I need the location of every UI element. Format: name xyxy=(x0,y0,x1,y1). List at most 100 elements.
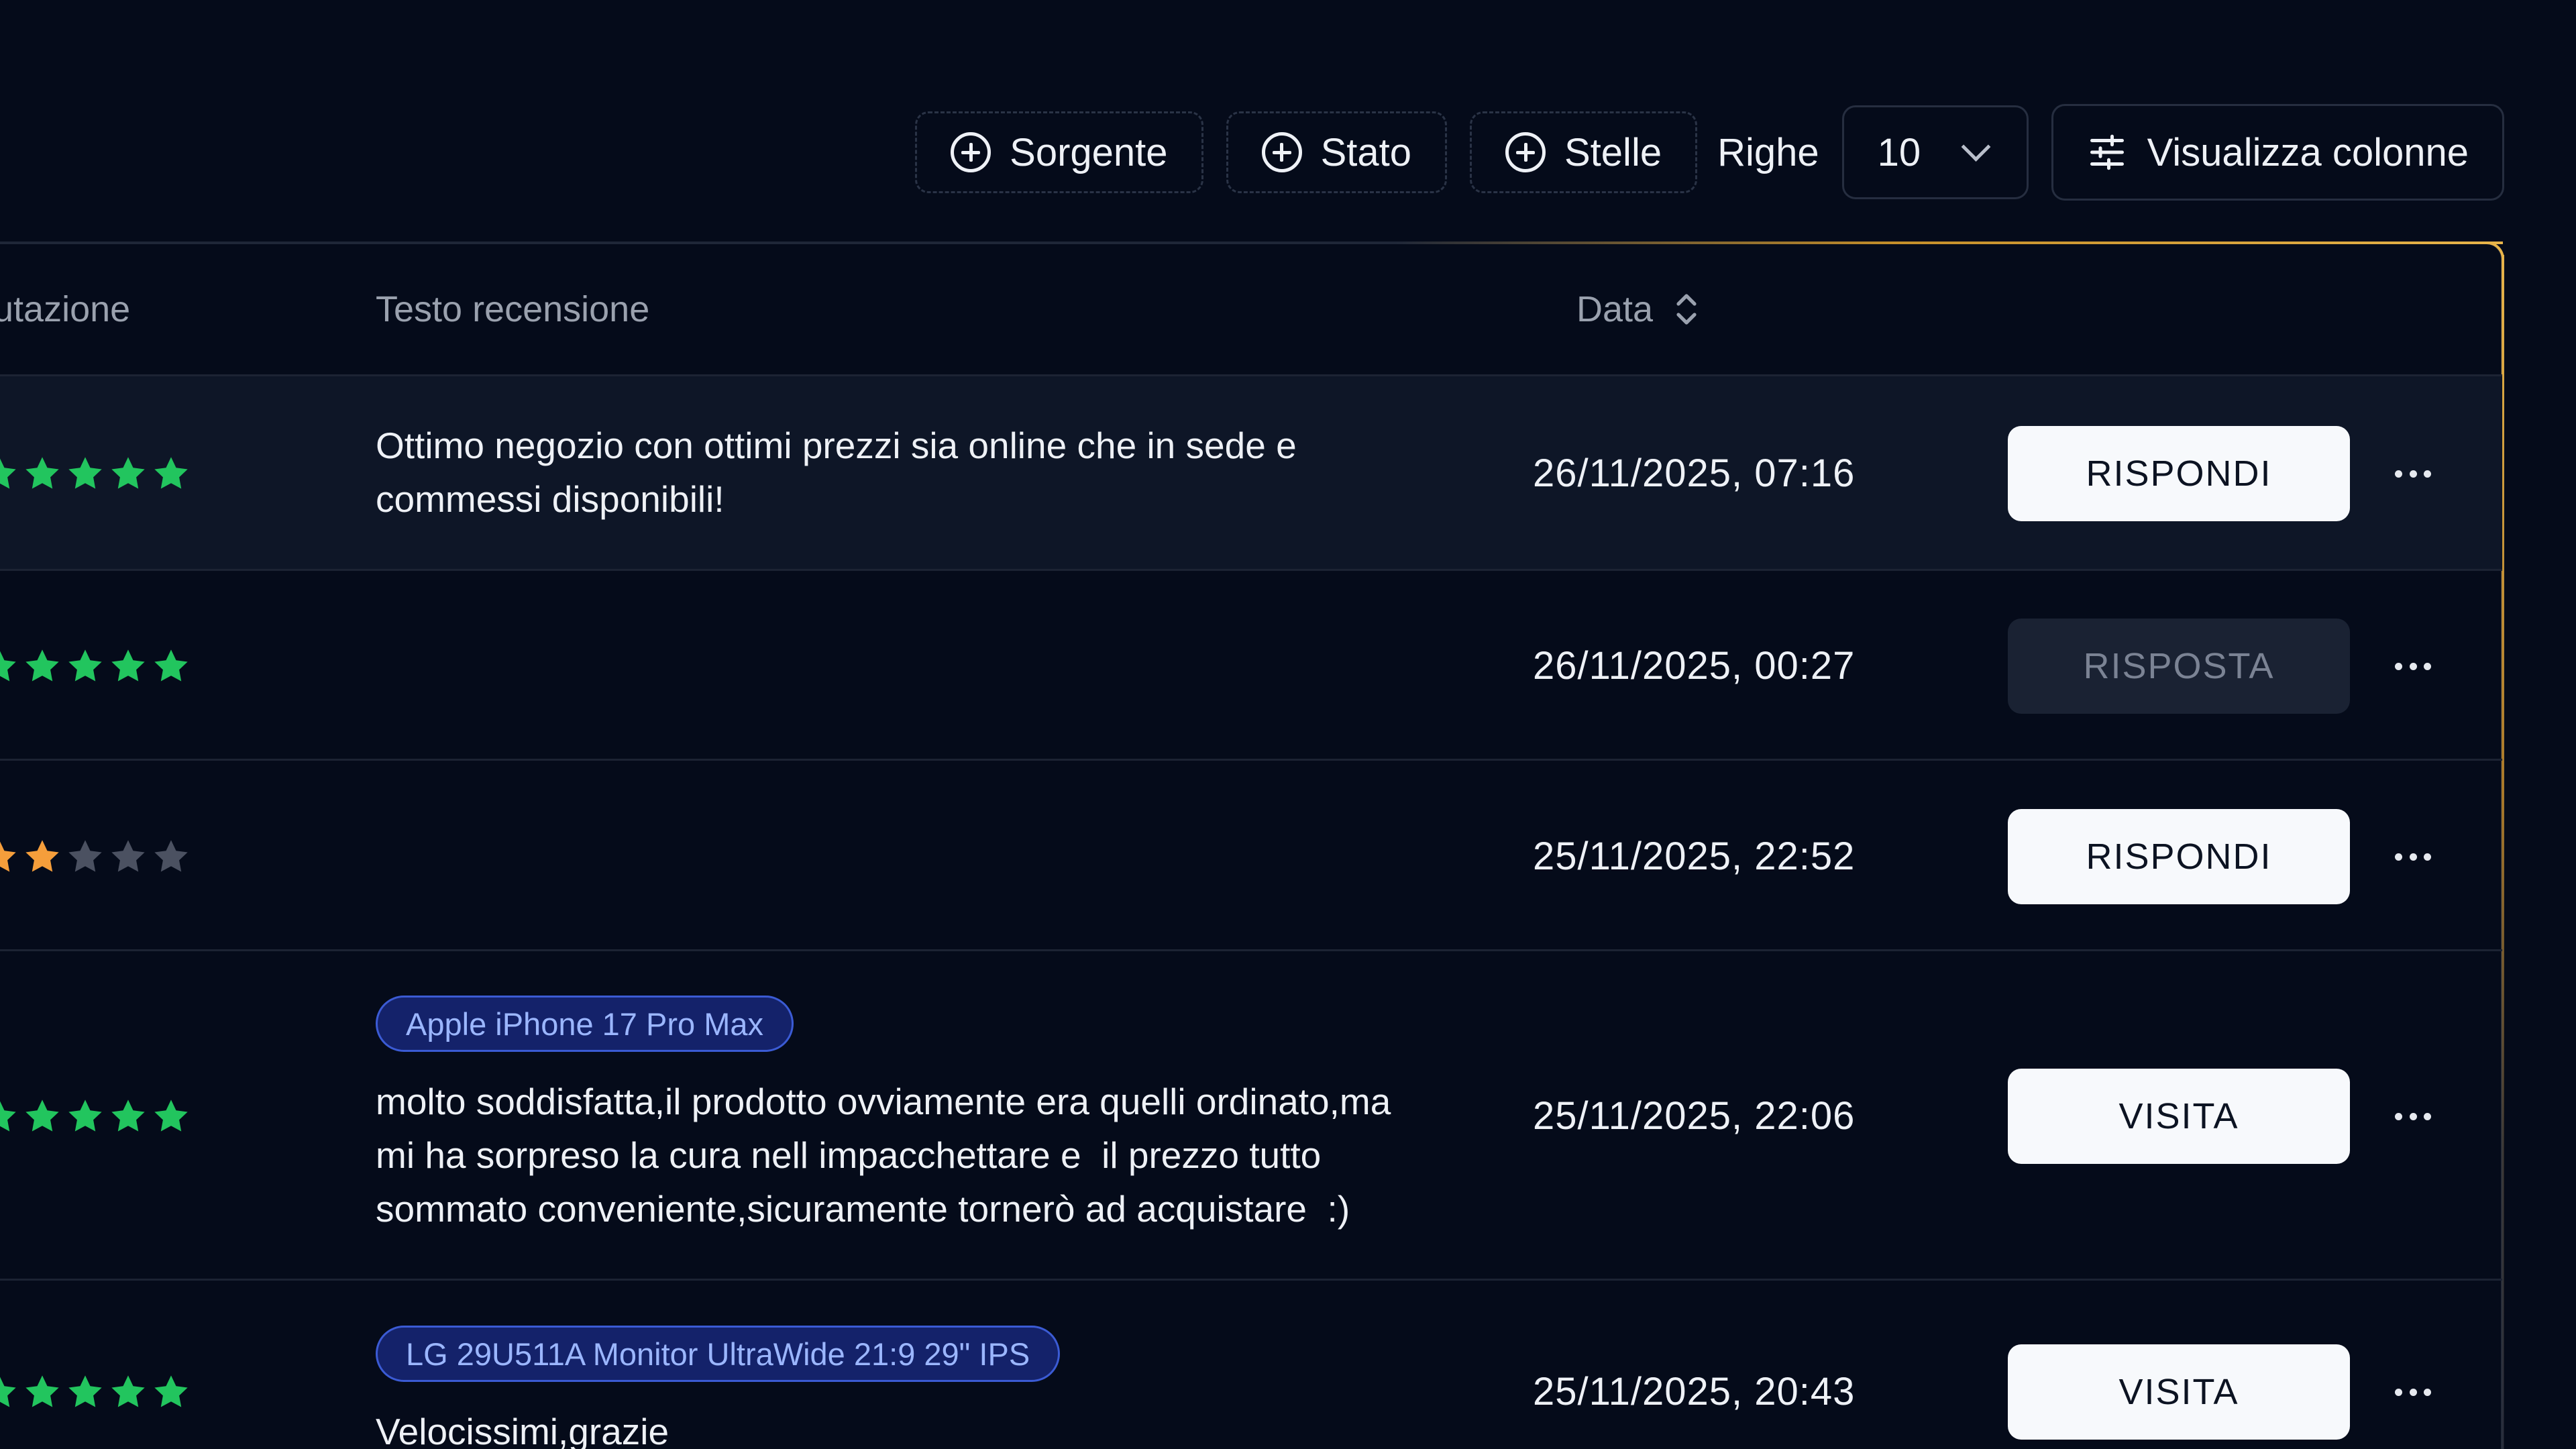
star-rating xyxy=(0,647,191,686)
star-filled-icon xyxy=(0,458,16,489)
reply-button[interactable]: RISPONDI xyxy=(2008,426,2350,521)
more-options-icon[interactable] xyxy=(2395,1112,2431,1121)
star-filled-icon xyxy=(111,649,145,682)
more-options-dot xyxy=(2424,662,2431,670)
star-filled-icon xyxy=(0,1101,16,1132)
star-filled-icon xyxy=(25,840,59,872)
review-text: molto soddisfatta,il prodotto ovviamente… xyxy=(376,1075,1476,1236)
filter-source-button[interactable]: Sorgente xyxy=(915,111,1203,193)
more-options-dot xyxy=(2424,853,2431,861)
more-options-dot xyxy=(2424,1388,2431,1396)
star-filled-icon xyxy=(68,457,102,489)
rows-per-page-value: 10 xyxy=(1877,130,1921,174)
plus-circle-icon xyxy=(1261,132,1302,172)
more-options-dot xyxy=(2395,853,2402,861)
replied-button: RISPOSTA xyxy=(2008,619,2350,714)
star-rating xyxy=(0,1097,191,1136)
visit-button[interactable]: VISITA xyxy=(2008,1069,2350,1164)
column-header-rating[interactable]: utazione xyxy=(0,244,130,374)
review-date: 26/11/2025, 00:27 xyxy=(1533,644,1856,688)
table-row: 25/11/2025, 22:52 RISPONDI xyxy=(0,761,2502,951)
table-row: 26/11/2025, 00:27 RISPOSTA xyxy=(0,571,2502,761)
star-filled-icon xyxy=(111,457,145,489)
table-row: Ottimo negozio con ottimi prezzi sia onl… xyxy=(0,376,2502,571)
plus-circle-icon xyxy=(951,132,991,172)
more-options-dot xyxy=(2409,1112,2417,1120)
filter-status-label: Stato xyxy=(1320,130,1411,174)
rows-per-page-select[interactable]: 10 xyxy=(1841,105,2029,199)
star-filled-icon xyxy=(154,457,188,489)
more-options-icon[interactable] xyxy=(2395,661,2431,671)
filter-source-label: Sorgente xyxy=(1010,130,1168,174)
product-tag[interactable]: Apple iPhone 17 Pro Max xyxy=(376,996,794,1052)
more-options-icon[interactable] xyxy=(2395,1387,2431,1397)
star-filled-icon xyxy=(0,651,16,682)
sort-icon[interactable] xyxy=(1673,289,1700,329)
star-filled-icon xyxy=(111,1099,145,1132)
star-empty-icon xyxy=(68,840,102,872)
filter-stars-label: Stelle xyxy=(1564,130,1662,174)
review-text: Velocissimi,grazie xyxy=(376,1405,1476,1449)
table-row: Apple iPhone 17 Pro Max molto soddisfatta… xyxy=(0,951,2502,1281)
review-text-line: Ottimo negozio con ottimi prezzi sia onl… xyxy=(376,425,1297,466)
sliders-icon xyxy=(2090,134,2124,170)
rows-per-page-label: Righe xyxy=(1717,130,1819,174)
more-options-icon[interactable] xyxy=(2395,852,2431,861)
review-text: Ottimo negozio con ottimi prezzi sia onl… xyxy=(376,419,1476,526)
review-date: 25/11/2025, 22:52 xyxy=(1533,835,1856,878)
star-filled-icon xyxy=(68,1375,102,1407)
star-filled-icon xyxy=(154,1375,188,1407)
star-filled-icon xyxy=(0,841,16,872)
reviews-page: Sorgente Stato Stelle Righe 10 Visualizz… xyxy=(0,0,2576,1449)
more-options-dot xyxy=(2409,662,2417,670)
more-options-icon[interactable] xyxy=(2395,469,2431,478)
more-options-dot xyxy=(2395,662,2402,670)
star-empty-icon xyxy=(154,840,188,872)
star-filled-icon xyxy=(111,1375,145,1407)
chevron-down-icon xyxy=(1961,131,1991,162)
more-options-dot xyxy=(2395,1112,2402,1120)
review-text-line: mi ha sorpreso la cura nell impacchettar… xyxy=(376,1134,1322,1176)
table-header: utazione Testo recensione Data xyxy=(0,244,2502,376)
star-filled-icon xyxy=(68,1099,102,1132)
more-options-dot xyxy=(2395,470,2402,478)
product-tag[interactable]: LG 29U511A Monitor UltraWide 21:9 29" IP… xyxy=(376,1326,1061,1382)
view-columns-button[interactable]: Visualizza colonne xyxy=(2051,104,2504,201)
table-toolbar: Sorgente Stato Stelle Righe 10 Visualizz… xyxy=(915,104,2504,201)
review-date: 26/11/2025, 07:16 xyxy=(1533,451,1856,495)
star-filled-icon xyxy=(0,1377,16,1407)
visit-button[interactable]: VISITA xyxy=(2008,1344,2350,1440)
more-options-dot xyxy=(2409,853,2417,861)
star-filled-icon xyxy=(25,1099,59,1132)
more-options-dot xyxy=(2424,470,2431,478)
more-options-dot xyxy=(2409,470,2417,478)
star-rating xyxy=(0,1373,191,1411)
review-text-line: sommato conveniente,sicuramente tornerò … xyxy=(376,1188,1350,1230)
filter-stars-button[interactable]: Stelle xyxy=(1470,111,1698,193)
plus-circle-icon xyxy=(1505,132,1546,172)
review-date: 25/11/2025, 20:43 xyxy=(1533,1370,1856,1413)
star-filled-icon xyxy=(154,649,188,682)
table-row: LG 29U511A Monitor UltraWide 21:9 29" IP… xyxy=(0,1281,2502,1449)
star-filled-icon xyxy=(25,1375,59,1407)
star-rating xyxy=(0,837,191,876)
star-filled-icon xyxy=(68,649,102,682)
more-options-dot xyxy=(2395,1388,2402,1396)
review-text-line: molto soddisfatta,il prodotto ovviamente… xyxy=(376,1081,1391,1122)
review-text-line: Velocissimi,grazie xyxy=(376,1411,669,1449)
column-header-date-label: Data xyxy=(1576,289,1654,329)
more-options-dot xyxy=(2409,1388,2417,1396)
star-filled-icon xyxy=(25,457,59,489)
column-header-text: Testo recensione xyxy=(376,244,649,374)
star-filled-icon xyxy=(154,1099,188,1132)
column-header-text-label: Testo recensione xyxy=(376,289,650,329)
view-columns-label: Visualizza colonne xyxy=(2147,130,2469,174)
column-header-rating-label: utazione xyxy=(0,289,131,329)
filter-status-button[interactable]: Stato xyxy=(1226,111,1447,193)
star-empty-icon xyxy=(111,840,145,872)
reply-button[interactable]: RISPONDI xyxy=(2008,809,2350,904)
review-text-line: commessi disponibili! xyxy=(376,478,724,520)
star-filled-icon xyxy=(25,649,59,682)
column-header-date[interactable]: Data xyxy=(1576,244,1700,374)
more-options-dot xyxy=(2424,1112,2431,1120)
